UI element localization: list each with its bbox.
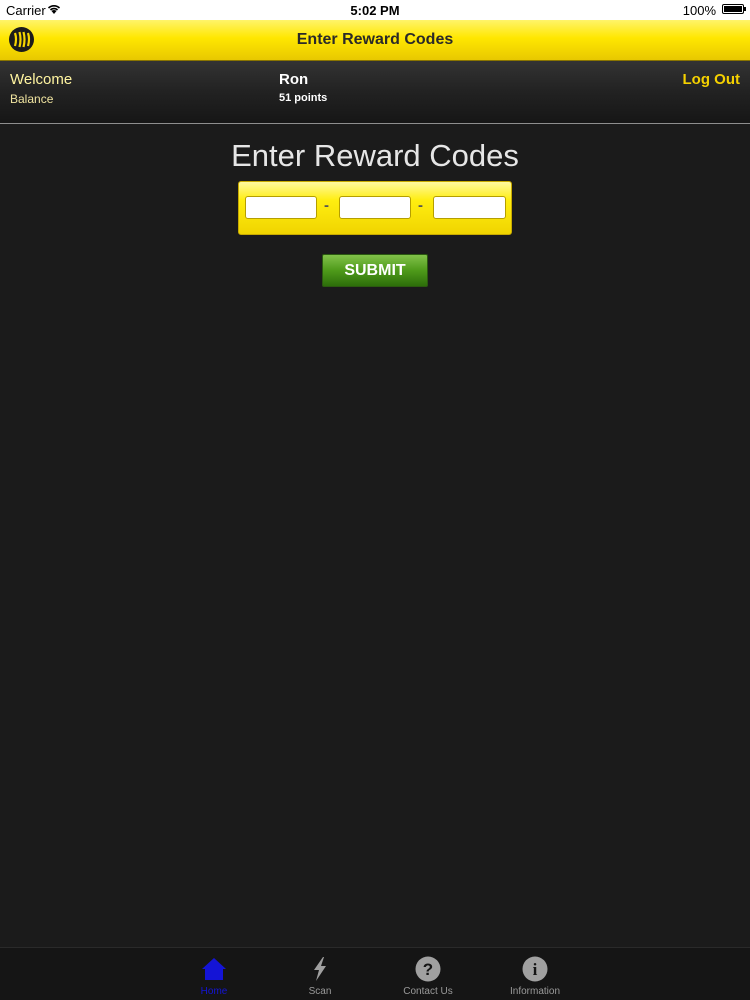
balance-label: Balance bbox=[10, 92, 54, 106]
svg-text:i: i bbox=[533, 960, 538, 979]
tab-home[interactable]: Home bbox=[169, 948, 259, 1000]
info-icon: i bbox=[522, 956, 548, 982]
nav-title: Enter Reward Codes bbox=[296, 31, 454, 48]
code-separator: - bbox=[324, 197, 329, 214]
welcome-label: Welcome bbox=[10, 71, 73, 88]
tab-label-home: Home bbox=[200, 986, 228, 997]
status-time: 5:02 PM bbox=[350, 3, 400, 18]
tab-bar: Home Scan ? Contact Us i Information bbox=[0, 947, 750, 1000]
logout-button[interactable]: Log Out bbox=[683, 71, 740, 88]
points-balance: 51 points bbox=[279, 92, 328, 104]
code-separator: - bbox=[418, 197, 423, 214]
battery-percent: 100% bbox=[682, 3, 716, 18]
tab-scan[interactable]: Scan bbox=[275, 948, 365, 1000]
question-icon: ? bbox=[415, 956, 441, 982]
reward-code-panel: - - bbox=[238, 181, 512, 235]
welcome-header: Welcome Balance Ron 51 points Log Out bbox=[0, 61, 750, 124]
tab-contact-us[interactable]: ? Contact Us bbox=[383, 948, 473, 1000]
reward-code-field-3[interactable] bbox=[433, 196, 506, 219]
svg-text:?: ? bbox=[423, 960, 433, 979]
submit-button[interactable]: SUBMIT bbox=[322, 254, 428, 287]
nav-bar: Enter Reward Codes bbox=[0, 20, 750, 61]
battery-icon bbox=[722, 4, 746, 14]
home-icon bbox=[202, 958, 226, 980]
reward-code-field-1[interactable] bbox=[245, 196, 317, 219]
reward-code-field-2[interactable] bbox=[339, 196, 411, 219]
tab-label-scan: Scan bbox=[308, 986, 332, 997]
user-name: Ron bbox=[279, 71, 309, 88]
status-bar: Carrier 5:02 PM 100% bbox=[0, 0, 750, 20]
tab-label-contact: Contact Us bbox=[403, 986, 453, 997]
tab-information[interactable]: i Information bbox=[490, 948, 580, 1000]
tab-label-information: Information bbox=[509, 986, 561, 997]
lightning-icon bbox=[314, 957, 326, 981]
page-heading: Enter Reward Codes bbox=[231, 138, 519, 173]
